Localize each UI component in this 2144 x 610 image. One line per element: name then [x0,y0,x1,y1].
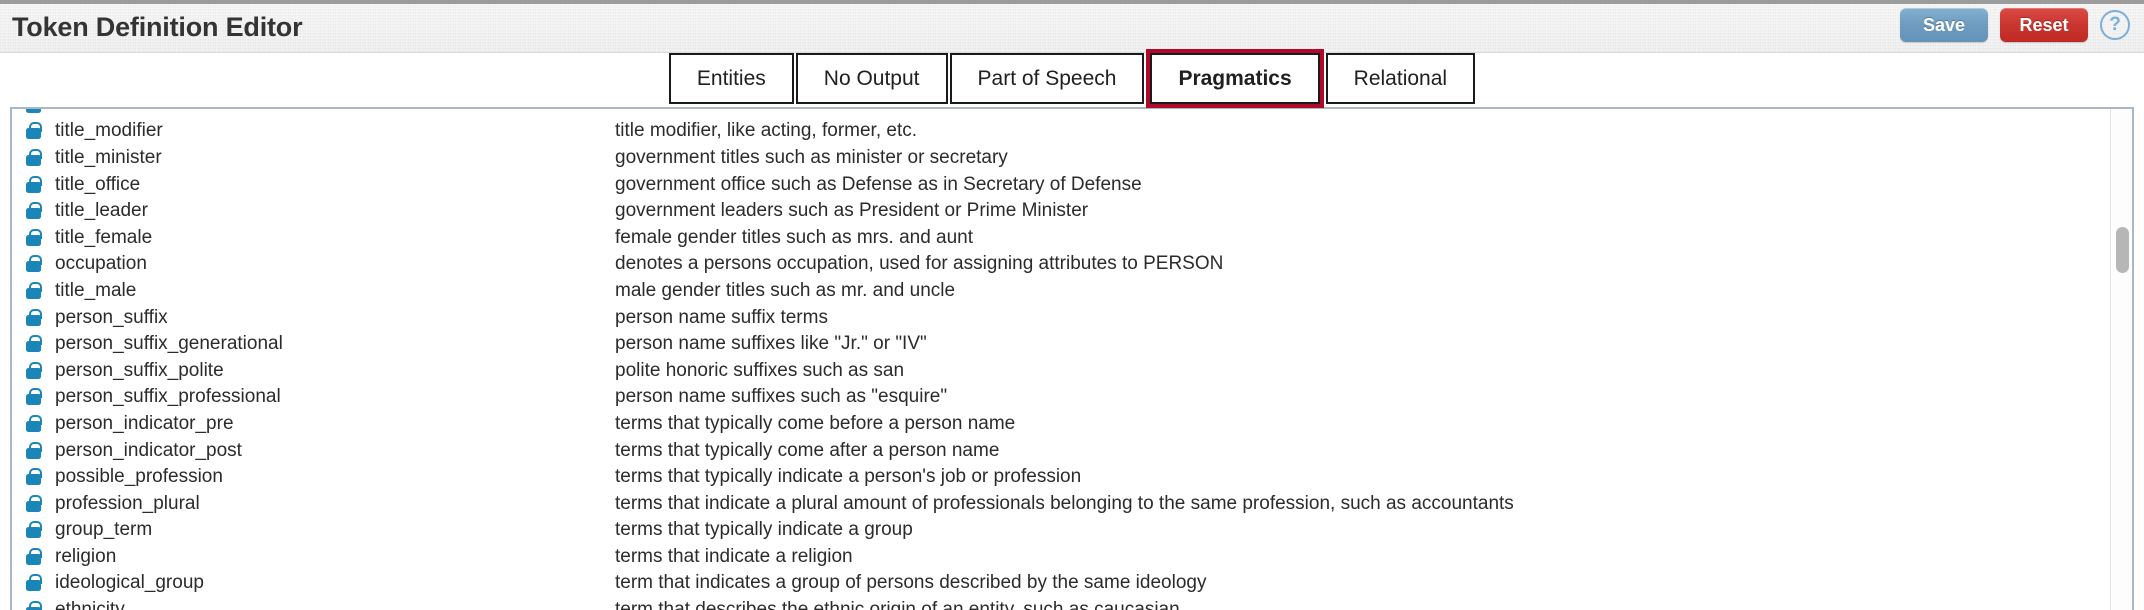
token-name: religion [55,546,117,566]
lock-icon [26,441,42,459]
reset-button[interactable]: Reset [2000,8,2088,42]
token-description: terms that typically come after a person… [615,440,1000,460]
token-name: person_indicator_post [55,440,242,460]
table-row[interactable]: person_suffix person name suffix terms [12,303,2132,331]
table-row[interactable] [12,109,2132,118]
token-name: person_suffix_polite [55,360,224,380]
table-row[interactable]: religion terms that indicate a religion [12,543,2132,570]
table-row[interactable]: profession_plural terms that indicate a p… [12,489,2132,517]
lock-icon [26,109,41,113]
tab-entities[interactable]: Entities [668,53,794,104]
table-row[interactable]: group_term terms that typically indicate … [12,516,2132,544]
lock-icon [26,255,42,273]
token-definition-list-panel: title_modifier title modifier, like actin… [10,107,2134,610]
token-description: terms that indicate a plural amount of p… [615,493,1514,513]
token-name: person_suffix_generational [55,334,283,354]
table-row[interactable]: title_female female gender titles such as… [12,223,2132,251]
token-name: title_minister [55,147,162,167]
lock-icon [26,494,42,512]
token-description: person name suffix terms [615,307,828,327]
table-row[interactable]: person_indicator_post terms that typicall… [12,436,2132,464]
token-name: title_male [55,280,137,300]
tab-relational[interactable]: Relational [1325,53,1476,104]
token-definition-list[interactable]: title_modifier title modifier, like actin… [12,109,2132,610]
lock-icon [26,521,42,539]
token-name: title_leader [55,201,148,221]
tab-part-of-speech[interactable]: Part of Speech [949,53,1145,104]
table-row[interactable]: ethnicityterm that describes the ethnic … [12,596,2132,610]
lock-icon [26,414,42,432]
lock-icon [26,574,42,592]
vertical-scrollbar[interactable] [2110,109,2132,610]
lock-icon [26,468,42,486]
table-row[interactable]: person_suffix_generational person name su… [12,330,2132,357]
token-description: government titles such as minister or se… [615,147,1008,167]
scrollbar-thumb[interactable] [2116,227,2129,273]
titlebar-actions: Save Reset ? [1900,8,2134,42]
token-description: denotes a persons occupation, used for a… [615,254,1224,274]
lock-icon [26,202,42,220]
lock-icon [26,335,42,353]
token-description: term that describes the ethnic origin of… [615,600,2132,610]
table-row[interactable]: possible_profession terms that typically … [12,463,2132,490]
title-bar: Token Definition Editor Save Reset ? [0,0,2144,53]
token-name: title_modifier [55,121,163,141]
token-name: title_female [55,227,153,247]
table-row[interactable]: person_suffix_professional person name su… [12,383,2132,411]
table-row[interactable]: title_minister government titles such as … [12,144,2132,171]
token-name: title_office [55,174,141,194]
lock-icon [26,228,42,246]
token-description: person name suffixes like "Jr." or "IV" [615,334,927,354]
token-description: term that indicates a group of persons d… [615,573,1207,593]
token-name: occupation [55,254,147,274]
tab-no-output[interactable]: No Output [795,53,948,104]
table-row[interactable]: title_leader government leaders such as P… [12,197,2132,224]
token-description: terms that indicate a religion [615,546,853,566]
tab-bar: Entities No Output Part of Speech Pragma… [0,49,2144,108]
token-description: male gender titles such as mr. and uncle [615,280,956,300]
token-description: terms that typically come before a perso… [615,413,1016,433]
lock-icon [26,361,42,379]
token-name: person_suffix_professional [55,387,281,407]
table-row[interactable]: occupation denotes a persons occupation, … [12,250,2132,278]
token-name: profession_plural [55,493,200,513]
lock-icon [26,175,42,193]
token-name: ethnicity [55,600,615,610]
token-description: government leaders such as President or … [615,201,1089,221]
table-row[interactable]: title_male male gender titles such as mr.… [12,277,2132,304]
token-name: group_term [55,520,153,540]
lock-icon [26,148,42,166]
tab-list: Entities No Output Part of Speech Pragma… [668,49,1476,108]
token-name: possible_profession [55,467,223,487]
tab-pragmatics[interactable]: Pragmatics [1146,49,1324,108]
token-description: terms that typically indicate a group [615,520,913,540]
token-description: person name suffixes such as "esquire" [615,387,948,407]
token-description: terms that typically indicate a person's… [615,467,1082,487]
lock-icon [26,281,42,299]
page-title: Token Definition Editor [12,11,303,42]
token-description: title modifier, like acting, former, etc… [615,121,918,141]
lock-icon [26,122,42,140]
table-row[interactable]: person_indicator_pre terms that typically… [12,410,2132,437]
token-description: government office such as Defense as in … [615,174,1142,194]
lock-icon [26,388,42,406]
token-description: female gender titles such as mrs. and au… [615,227,974,247]
table-row[interactable]: title_modifier title modifier, like actin… [12,117,2132,145]
table-row[interactable]: ideological_group term that indicates a g… [12,569,2132,597]
lock-icon [26,601,42,610]
lock-icon [26,547,42,565]
save-button[interactable]: Save [1900,8,1988,42]
token-description: polite honoric suffixes such as san [615,360,905,380]
help-icon[interactable]: ? [2100,10,2130,40]
lock-icon [26,308,42,326]
table-row[interactable]: person_suffix_polite polite honoric suffi… [12,356,2132,384]
token-name: person_suffix [55,307,168,327]
token-name: person_indicator_pre [55,413,234,433]
token-name: ideological_group [55,573,204,593]
table-row[interactable]: title_office government office such as De… [12,170,2132,198]
